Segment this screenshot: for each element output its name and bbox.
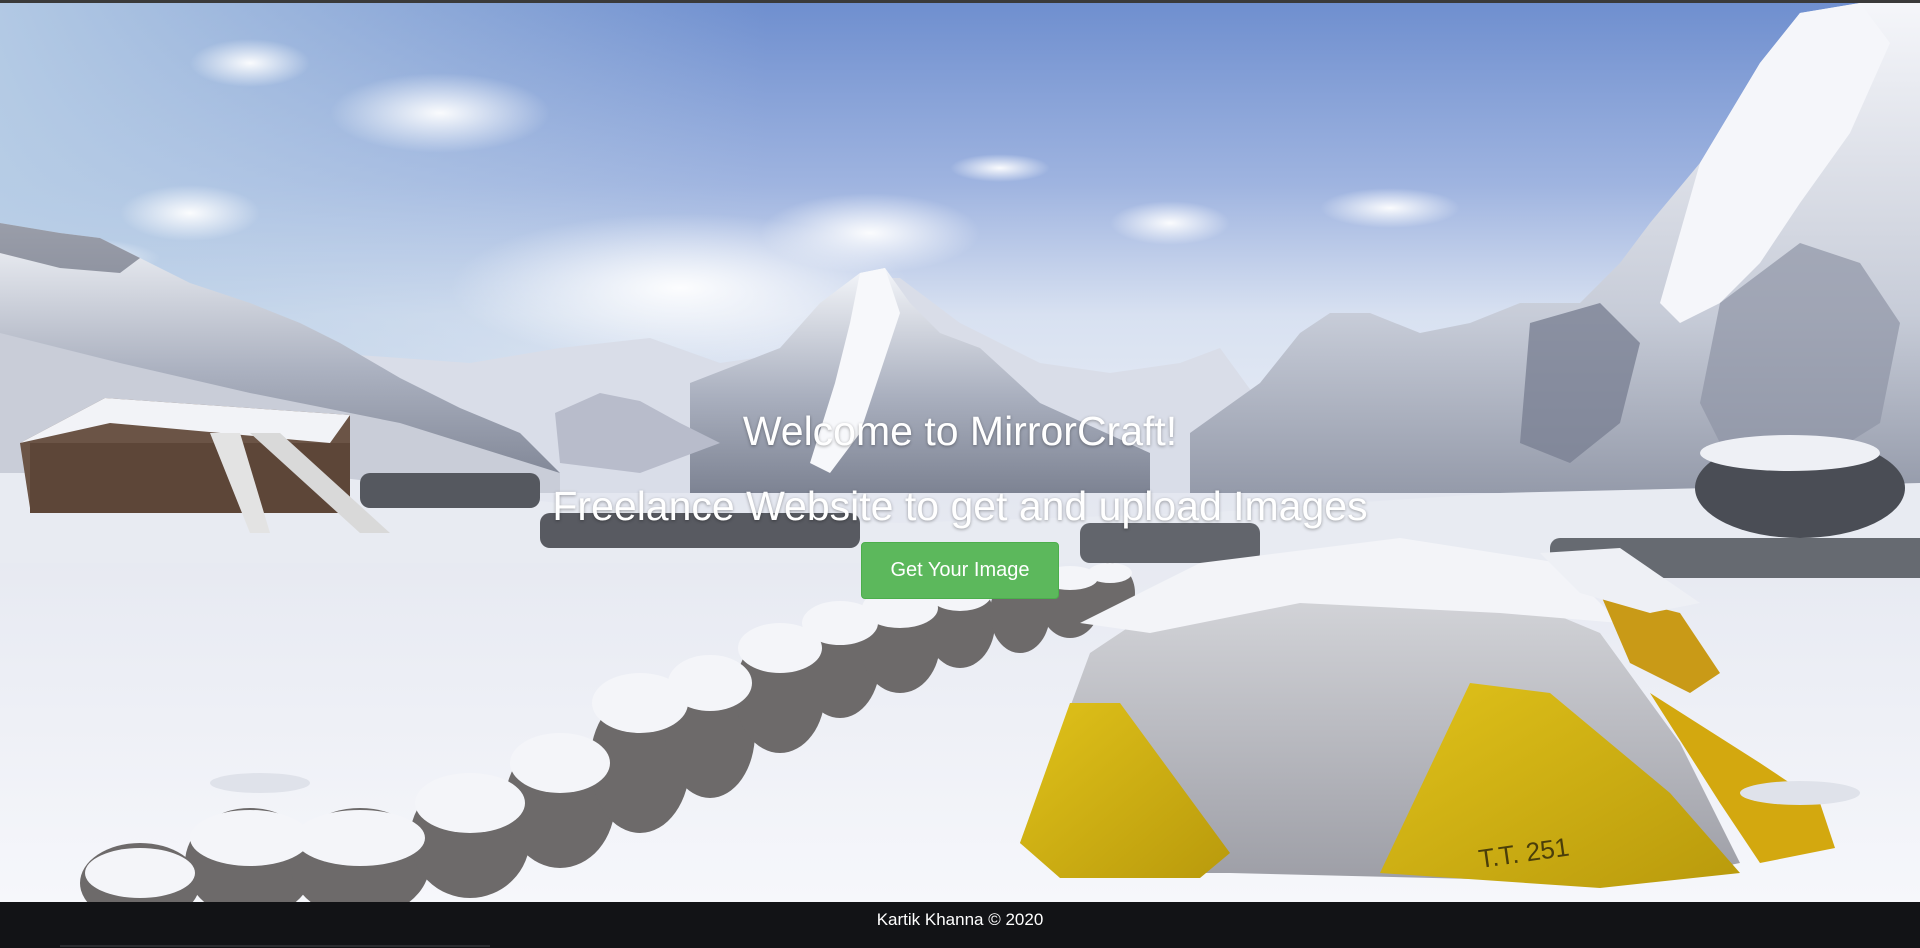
hero-content: Welcome to MirrorCraft! Freelance Websit…	[0, 3, 1920, 902]
footer-copyright: Kartik Khanna © 2020	[876, 910, 1044, 929]
page: T.T. 251 Welcome to MirrorCraft! Freelan…	[0, 0, 1920, 948]
top-border	[0, 0, 1920, 3]
hero-title: Welcome to MirrorCraft!	[742, 408, 1178, 454]
horizontal-scrollbar[interactable]	[60, 945, 490, 947]
footer: Kartik Khanna © 2020	[0, 902, 1920, 948]
hero-section: T.T. 251 Welcome to MirrorCraft! Freelan…	[0, 3, 1920, 902]
hero-subtitle: Freelance Website to get and upload Imag…	[552, 483, 1368, 529]
get-your-image-button[interactable]: Get Your Image	[861, 542, 1059, 599]
